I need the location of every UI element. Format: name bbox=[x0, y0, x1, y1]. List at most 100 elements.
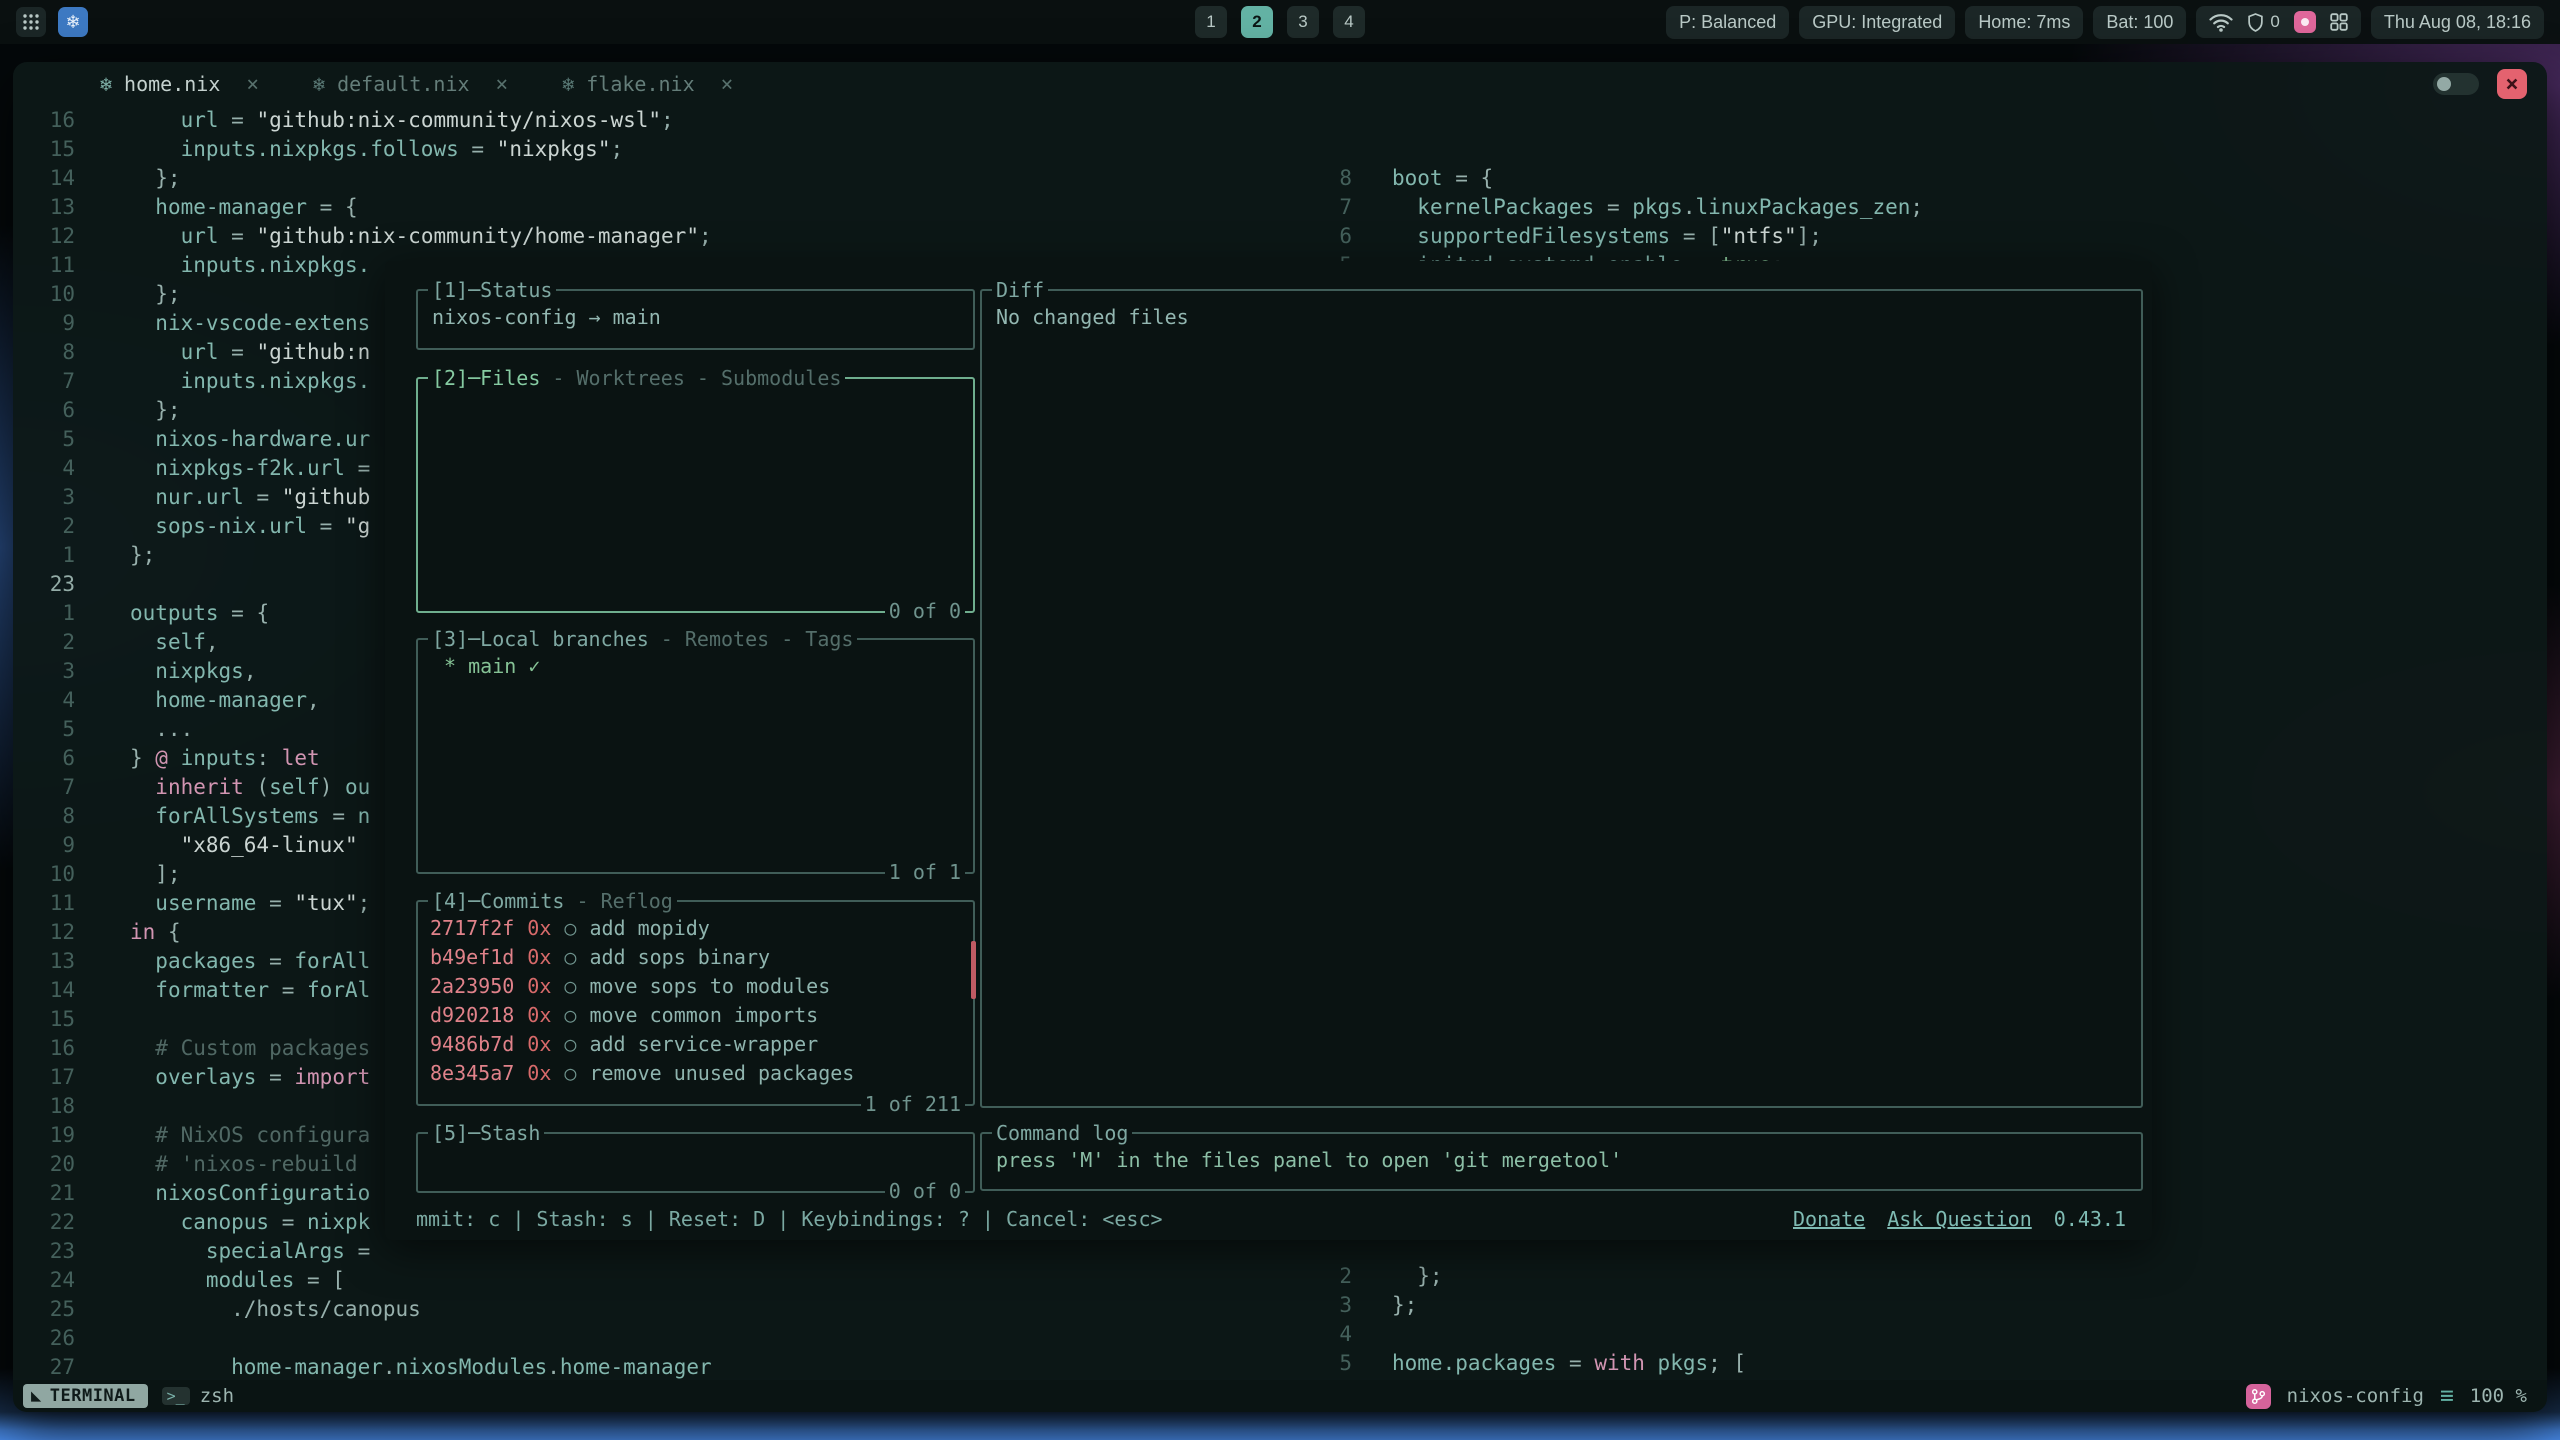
code-line: 25 ./hosts/canopus bbox=[13, 1295, 1313, 1324]
repo-name: nixos-config bbox=[2287, 1385, 2424, 1407]
line-number: 18 bbox=[13, 1092, 75, 1121]
workspace-2-button[interactable]: 2 bbox=[1241, 6, 1273, 38]
workspace-3-button[interactable]: 3 bbox=[1287, 6, 1319, 38]
code-line: 27 home-manager.nixosModules.home-manage… bbox=[13, 1353, 1313, 1380]
line-number: 14 bbox=[13, 976, 75, 1005]
commit-row[interactable]: 2717f2f0x○add mopidy bbox=[418, 914, 973, 943]
editor-pane-right-bottom: 2 };3};45home.packages = with pkgs; [ bbox=[1313, 1262, 2547, 1378]
lazygit-files-panel[interactable]: [2]─Files - Worktrees - Submodules 0 of … bbox=[416, 377, 975, 613]
lazygit-version: 0.43.1 bbox=[2054, 1205, 2126, 1234]
panel-title: [4]─Commits - Reflog bbox=[428, 887, 677, 916]
line-number: 8 bbox=[13, 802, 75, 831]
line-number: 3 bbox=[13, 483, 75, 512]
topbar-right: P: Balanced GPU: Integrated Home: 7ms Ba… bbox=[1666, 6, 2544, 39]
git-icon bbox=[2246, 1384, 2271, 1409]
command-log-content: press 'M' in the files panel to open 'gi… bbox=[982, 1134, 2141, 1187]
line-number: 3 bbox=[1313, 1291, 1352, 1320]
line-number: 10 bbox=[13, 860, 75, 889]
commit-row[interactable]: 8e345a70x○remove unused packages bbox=[418, 1059, 973, 1088]
lazygit-status-panel[interactable]: [1]─Status nixos-config → main bbox=[416, 289, 975, 350]
network-latency-indicator[interactable]: Home: 7ms bbox=[1965, 6, 2083, 39]
lazygit-diff-panel[interactable]: Diff No changed files bbox=[980, 289, 2143, 1108]
keybindings-hint: mmit: c | Stash: s | Reset: D | Keybindi… bbox=[416, 1205, 1163, 1234]
panel-title: Command log bbox=[992, 1119, 1132, 1148]
line-number: 15 bbox=[13, 135, 75, 164]
shield-status[interactable]: 0 bbox=[2247, 12, 2279, 32]
lazygit-stash-panel[interactable]: [5]─Stash 0 of 0 bbox=[416, 1132, 975, 1193]
panel-title: [2]─Files - Worktrees - Submodules bbox=[428, 364, 845, 393]
line-number: 6 bbox=[1313, 222, 1352, 251]
statusbar-right: nixos-config ≡ 100 % bbox=[2246, 1383, 2527, 1409]
lazygit-command-log-panel[interactable]: Command log press 'M' in the files panel… bbox=[980, 1132, 2143, 1191]
apps-grid-icon bbox=[22, 13, 40, 31]
mode-icon: ◣ bbox=[31, 1386, 42, 1406]
commit-row[interactable]: d9202180x○move common imports bbox=[418, 1001, 973, 1030]
toggle-knob bbox=[2437, 77, 2451, 91]
nix-file-icon: ❄ bbox=[313, 72, 325, 96]
overview-grid-icon[interactable] bbox=[2330, 13, 2348, 31]
line-number: 2 bbox=[13, 512, 75, 541]
line-number: 8 bbox=[13, 338, 75, 367]
line-number: 24 bbox=[13, 1266, 75, 1295]
line-number: 15 bbox=[13, 1005, 75, 1034]
nix-file-icon: ❄ bbox=[562, 72, 574, 96]
window-pin-toggle[interactable] bbox=[2433, 73, 2479, 95]
shell-name: zsh bbox=[200, 1385, 234, 1407]
tab-close-icon[interactable]: × bbox=[246, 72, 259, 96]
line-number: 12 bbox=[13, 222, 75, 251]
line-number: 4 bbox=[13, 454, 75, 483]
commit-row[interactable]: b49ef1d0x○add sops binary bbox=[418, 943, 973, 972]
panel-title: [1]─Status bbox=[428, 276, 556, 305]
code-line: 4 bbox=[1313, 1320, 2547, 1349]
line-number: 7 bbox=[13, 367, 75, 396]
window-close-button[interactable]: × bbox=[2497, 69, 2527, 99]
tab-default-nix[interactable]: ❄ default.nix × bbox=[286, 62, 535, 106]
code-line: 14 }; bbox=[13, 164, 1313, 193]
tab-flake-nix[interactable]: ❄ flake.nix × bbox=[535, 62, 760, 106]
status-bar: ◣ TERMINAL >_ zsh nixos-config ≡ 100 % bbox=[13, 1380, 2547, 1412]
diff-content: No changed files bbox=[982, 291, 2141, 344]
line-number: 2 bbox=[13, 628, 75, 657]
panel-title: [5]─Stash bbox=[428, 1119, 544, 1148]
line-number: 3 bbox=[13, 657, 75, 686]
app-launcher-button[interactable] bbox=[16, 7, 46, 37]
code-line: 24 modules = [ bbox=[13, 1266, 1313, 1295]
snowflake-icon: ❄ bbox=[65, 12, 80, 33]
line-number: 16 bbox=[13, 106, 75, 135]
workspace-1-button[interactable]: 1 bbox=[1195, 6, 1227, 38]
lazygit-commits-panel[interactable]: [4]─Commits - Reflog 2717f2f0x○add mopid… bbox=[416, 900, 975, 1106]
nix-file-icon: ❄ bbox=[100, 72, 112, 96]
line-number: 16 bbox=[13, 1034, 75, 1063]
line-number: 9 bbox=[13, 831, 75, 860]
lazygit-branches-panel[interactable]: [3]─Local branches - Remotes - Tags * ma… bbox=[416, 638, 975, 874]
keybar-links: Donate Ask Question 0.43.1 bbox=[1793, 1205, 2126, 1234]
donate-link[interactable]: Donate bbox=[1793, 1205, 1865, 1234]
mode-label: TERMINAL bbox=[50, 1386, 136, 1406]
screenshare-icon[interactable] bbox=[2294, 11, 2316, 33]
gpu-indicator[interactable]: GPU: Integrated bbox=[1799, 6, 1955, 39]
ask-question-link[interactable]: Ask Question bbox=[1887, 1205, 2032, 1234]
line-number: 2 bbox=[1313, 1262, 1352, 1291]
topbar-left: ❄ bbox=[16, 7, 88, 37]
commit-row[interactable]: 9486b7d0x○add service-wrapper bbox=[418, 1030, 973, 1059]
line-number: 27 bbox=[13, 1353, 75, 1380]
tab-label: default.nix bbox=[337, 72, 469, 96]
tab-home-nix[interactable]: ❄ home.nix × bbox=[73, 62, 286, 106]
tab-close-icon[interactable]: × bbox=[721, 72, 734, 96]
tab-close-icon[interactable]: × bbox=[496, 72, 509, 96]
code-line: 16 url = "github:nix-community/nixos-wsl… bbox=[13, 106, 1313, 135]
code-line: 5home.packages = with pkgs; [ bbox=[1313, 1349, 2547, 1378]
code-line: 23 specialArgs = bbox=[13, 1237, 1313, 1266]
power-profile-indicator[interactable]: P: Balanced bbox=[1666, 6, 1789, 39]
clock[interactable]: Thu Aug 08, 18:16 bbox=[2371, 6, 2544, 39]
battery-indicator[interactable]: Bat: 100 bbox=[2093, 6, 2186, 39]
code-line: 26 bbox=[13, 1324, 1313, 1353]
shield-icon bbox=[2247, 13, 2264, 32]
nix-logo-icon[interactable]: ❄ bbox=[58, 7, 88, 37]
commit-row[interactable]: 2a239500x○move sops to modules bbox=[418, 972, 973, 1001]
line-number: 23 bbox=[13, 570, 75, 599]
workspace-4-button[interactable]: 4 bbox=[1333, 6, 1365, 38]
line-number: 5 bbox=[1313, 1349, 1352, 1378]
wifi-icon[interactable] bbox=[2209, 13, 2233, 32]
commits-scrollbar[interactable] bbox=[971, 941, 976, 999]
